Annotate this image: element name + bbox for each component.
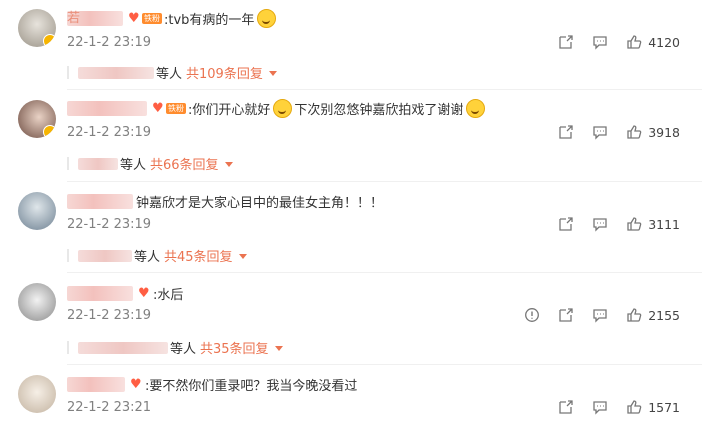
comment-text: :你们开心就好 [188,103,271,118]
fan-badge: ♥ [130,376,143,392]
heart-icon: ♥ [128,10,140,26]
comment-actions: 2155 [506,307,680,323]
comment-text-continued: 下次别忽悠钟嘉欣拍戏了谢谢 [294,103,464,118]
timestamp: 22-1-2 23:19 [67,308,152,323]
grin-emoji-icon [273,99,293,118]
comment-icon[interactable] [592,124,608,140]
timestamp: 22-1-2 23:21 [67,400,152,415]
reply-usernames [78,341,168,354]
reply-people: 等人 [134,250,161,265]
thumbs-up-icon[interactable] [626,34,642,50]
like-count: 2155 [648,307,680,323]
thumbs-up-icon[interactable] [626,399,642,415]
comment-text: :tvb有病的一年 [164,13,255,28]
fan-badge: ♥ 铁粉 [128,10,162,26]
heart-icon: ♥ [138,285,150,301]
reply-divider [67,249,69,262]
comment-text: :要不然你们重录吧？我当今晚没看过 [145,379,358,394]
reply-divider [67,66,69,79]
reply-people: 等人 [156,67,183,82]
verified-icon [43,34,56,47]
timestamp: 22-1-2 23:19 [67,125,152,140]
verified-icon [43,125,56,138]
avatar[interactable] [18,9,56,47]
share-icon[interactable] [558,34,574,50]
like-count: 3111 [648,216,680,232]
share-icon[interactable] [558,307,574,323]
comment-icon[interactable] [592,399,608,415]
report-icon[interactable] [524,307,540,323]
reply-people: 等人 [120,158,147,173]
comment-icon[interactable] [592,216,608,232]
reply-summary[interactable]: 等人 共109条回复 [67,63,277,82]
comment-actions: 4120 [540,34,680,50]
username[interactable] [67,101,147,116]
reply-divider [67,157,69,170]
share-icon[interactable] [558,124,574,140]
like-count: 4120 [648,34,680,50]
comment-actions: 3111 [540,216,680,232]
share-icon[interactable] [558,216,574,232]
timestamp: 22-1-2 23:19 [67,217,152,232]
like-count: 1571 [648,399,680,415]
thumbs-up-icon[interactable] [626,307,642,323]
reply-people: 等人 [170,342,197,357]
chevron-down-icon [274,346,283,351]
comment-icon[interactable] [592,307,608,323]
username[interactable] [67,286,133,301]
comment-actions: 1571 [540,399,680,415]
comment-item: 若 ♥ 铁粉 :tvb有病的一年 22-1-2 23:19 4120 等人 共10… [0,0,702,90]
reply-summary[interactable]: 等人 共45条回复 [67,246,247,265]
comment-text: 钟嘉欣才是大家心目中的最佳女主角！！！ [136,196,384,211]
dog-emoji-icon [257,9,277,28]
comment-item: ♥ :要不然你们重录吧？我当今晚没看过 22-1-2 23:21 1571 [0,365,702,423]
heart-icon: ♥ [130,376,142,392]
comment-item: ♥ :水后 22-1-2 23:19 2155 等人 共35条回复 [0,273,702,365]
share-icon[interactable] [558,399,574,415]
fan-badge: ♥ 铁粉 [152,100,186,116]
avatar[interactable] [18,192,56,230]
comment-item: 钟嘉欣才是大家心目中的最佳女主角！！！ 22-1-2 23:19 3111 等人… [0,182,702,273]
comment-text: :水后 [153,288,184,303]
username[interactable]: 若 [67,11,123,26]
smile-emoji-icon [466,99,486,118]
reply-usernames [78,249,132,262]
reply-more-link[interactable]: 共66条回复 [150,154,219,173]
reply-usernames [78,66,154,79]
thumbs-up-icon[interactable] [626,216,642,232]
chevron-down-icon [224,162,233,167]
reply-usernames [78,157,118,170]
avatar[interactable] [18,375,56,413]
like-count: 3918 [648,124,680,140]
username[interactable] [67,377,125,392]
chevron-down-icon [268,71,277,76]
reply-summary[interactable]: 等人 共66条回复 [67,154,233,173]
thumbs-up-icon[interactable] [626,124,642,140]
heart-icon: ♥ [152,100,164,116]
comment-icon[interactable] [592,34,608,50]
reply-summary[interactable]: 等人 共35条回复 [67,338,283,357]
username[interactable] [67,194,133,209]
comment-actions: 3918 [540,124,680,140]
avatar[interactable] [18,283,56,321]
reply-divider [67,341,69,354]
reply-more-link[interactable]: 共45条回复 [164,246,233,265]
avatar[interactable] [18,100,56,138]
chevron-down-icon [238,254,247,259]
reply-more-link[interactable]: 共35条回复 [200,338,269,357]
fan-badge: ♥ [138,285,151,301]
timestamp: 22-1-2 23:19 [67,35,152,50]
reply-more-link[interactable]: 共109条回复 [186,63,263,82]
comment-item: ♥ 铁粉 :你们开心就好 下次别忽悠钟嘉欣拍戏了谢谢 22-1-2 23:19 3… [0,90,702,182]
